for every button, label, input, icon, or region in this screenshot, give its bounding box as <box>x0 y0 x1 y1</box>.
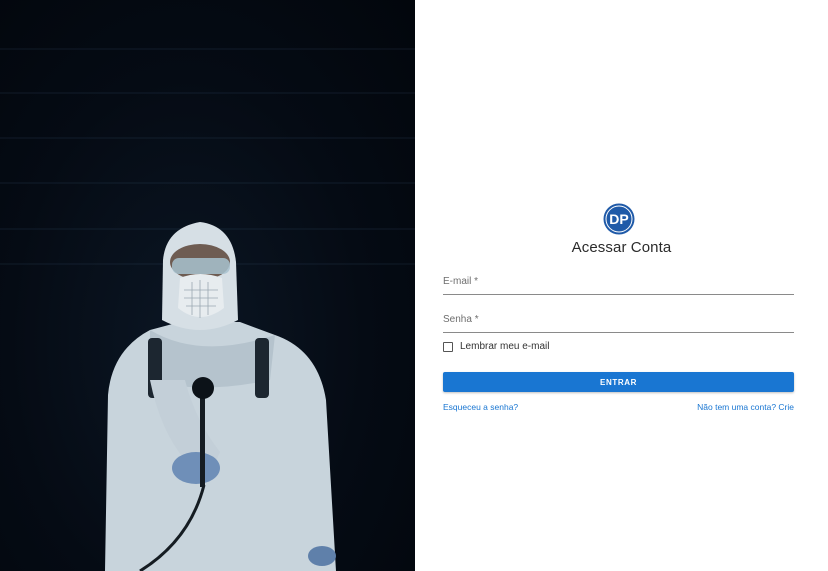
email-field[interactable]: E-mail * <box>443 272 794 295</box>
submit-button[interactable]: ENTRAR <box>443 372 794 392</box>
login-page: DP Acessar Conta E-mail * Senha * Lembra… <box>0 0 828 571</box>
forgot-password-link[interactable]: Esqueceu a senha? <box>443 402 518 412</box>
hero-image-panel <box>0 0 415 571</box>
svg-text:DP: DP <box>609 211 628 227</box>
login-panel: DP Acessar Conta E-mail * Senha * Lembra… <box>415 0 828 571</box>
page-title: Acessar Conta <box>571 239 672 256</box>
remember-email-checkbox[interactable] <box>443 341 453 352</box>
password-input[interactable] <box>443 310 794 332</box>
remember-email-label: Lembrar meu e-mail <box>460 341 550 352</box>
password-field[interactable]: Senha * <box>443 310 794 333</box>
remember-email-option[interactable]: Lembrar meu e-mail <box>443 341 549 352</box>
dp-logo-icon: DP <box>603 203 635 235</box>
email-input[interactable] <box>443 272 794 294</box>
hazmat-sprayer-image <box>0 48 415 571</box>
create-account-link[interactable]: Não tem uma conta? Crie <box>697 402 794 412</box>
